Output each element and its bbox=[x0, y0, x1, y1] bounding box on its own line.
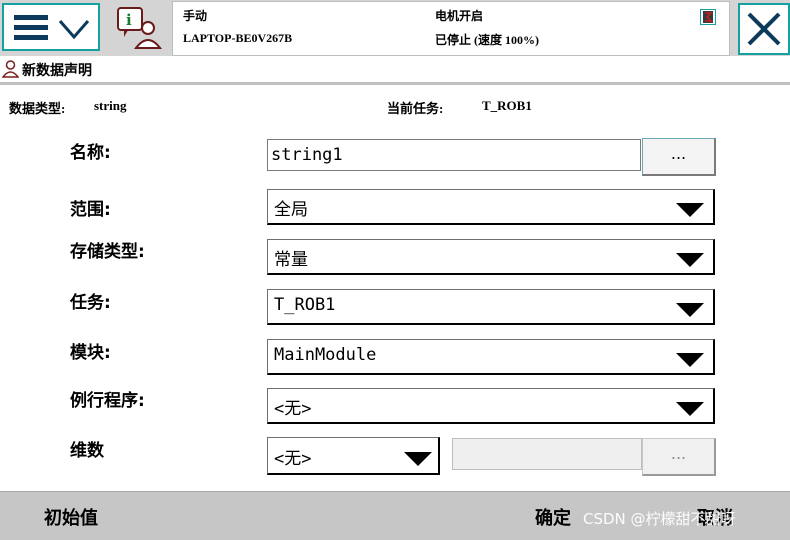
motor-state: 电机开启 bbox=[435, 9, 484, 23]
dimension-value: <无> bbox=[274, 449, 312, 469]
routine-label: 例行程序: bbox=[70, 391, 145, 411]
module-label: 模块: bbox=[70, 343, 111, 363]
name-label: 名称: bbox=[70, 143, 111, 163]
top-bar: i 手动 LAPTOP-BE0V267B 电机开启 已停止 (速度 100%) bbox=[0, 0, 790, 56]
status-flag-icon bbox=[700, 9, 716, 25]
dropdown-arrow-icon bbox=[404, 452, 432, 466]
dimension-label: 维数 bbox=[70, 441, 104, 461]
storage-type-value: 常量 bbox=[274, 250, 308, 270]
status-panel: 手动 LAPTOP-BE0V267B 电机开启 已停止 (速度 100%) bbox=[172, 1, 730, 56]
dimension-browse-button[interactable]: ... bbox=[642, 438, 716, 476]
operating-mode: 手动 bbox=[183, 9, 208, 23]
close-button[interactable] bbox=[738, 3, 790, 55]
dimension-input bbox=[452, 438, 642, 470]
info-user-icon[interactable]: i bbox=[114, 6, 164, 50]
name-input-value: string1 bbox=[271, 145, 343, 165]
close-icon bbox=[747, 12, 781, 46]
svg-text:i: i bbox=[126, 11, 132, 29]
task-value: T_ROB1 bbox=[274, 295, 336, 315]
ok-button[interactable]: 确定 bbox=[535, 504, 571, 530]
scope-select[interactable]: 全局 bbox=[267, 189, 715, 225]
dropdown-arrow-icon bbox=[676, 253, 704, 267]
main-menu-button[interactable] bbox=[2, 3, 100, 51]
dimension-select[interactable]: <无> bbox=[267, 437, 440, 475]
storage-type-select[interactable]: 常量 bbox=[267, 239, 715, 275]
routine-select[interactable]: <无> bbox=[267, 388, 715, 424]
dropdown-arrow-icon bbox=[676, 303, 704, 317]
dropdown-arrow-icon bbox=[676, 353, 704, 367]
hamburger-chevron-icon bbox=[14, 15, 90, 40]
dialog-title: 新数据声明 bbox=[22, 63, 92, 79]
scope-label: 范围: bbox=[70, 200, 111, 220]
routine-value: <无> bbox=[274, 399, 312, 419]
initial-value-button[interactable]: 初始值 bbox=[44, 504, 98, 530]
data-type-value: string bbox=[94, 98, 127, 113]
title-divider bbox=[0, 82, 790, 85]
name-browse-button[interactable]: ... bbox=[642, 138, 716, 176]
module-value: MainModule bbox=[274, 345, 377, 365]
controller-name: LAPTOP-BE0V267B bbox=[183, 31, 293, 45]
name-input[interactable]: string1 bbox=[267, 139, 641, 171]
dialog-title-row: 新数据声明 bbox=[0, 57, 300, 81]
dropdown-arrow-icon bbox=[676, 203, 704, 217]
scope-value: 全局 bbox=[274, 200, 308, 220]
watermark: CSDN @柠檬甜不甜呀 bbox=[583, 510, 736, 528]
storage-type-label: 存储类型: bbox=[70, 242, 145, 262]
module-select[interactable]: MainModule bbox=[267, 339, 715, 375]
current-task-value: T_ROB1 bbox=[482, 98, 532, 113]
current-task-label: 当前任务: bbox=[387, 101, 444, 116]
data-type-label: 数据类型: bbox=[9, 101, 66, 116]
task-label: 任务: bbox=[70, 293, 111, 313]
task-select[interactable]: T_ROB1 bbox=[267, 289, 715, 325]
dropdown-arrow-icon bbox=[676, 402, 704, 416]
user-icon bbox=[2, 60, 19, 78]
bottom-bar: 初始值 确定 取消 CSDN @柠檬甜不甜呀 bbox=[0, 491, 790, 540]
run-state: 已停止 (速度 100%) bbox=[435, 33, 539, 47]
